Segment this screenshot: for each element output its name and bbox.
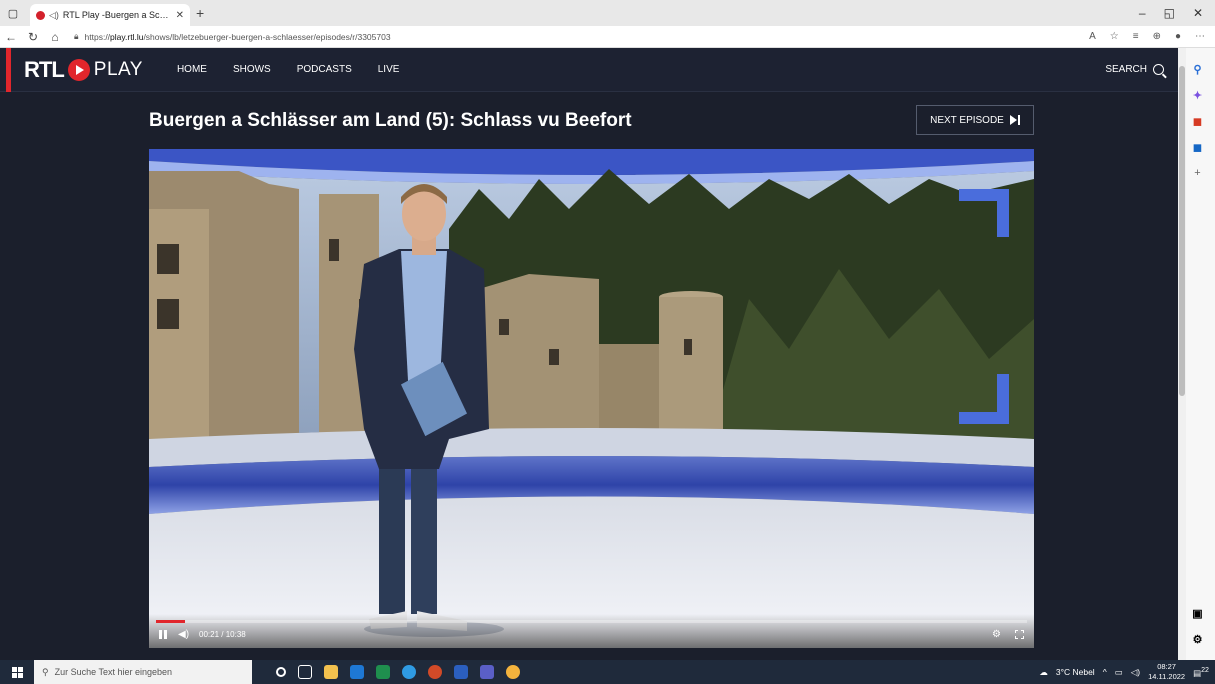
collections-icon[interactable]: ⊕ [1153, 31, 1161, 42]
windows-taskbar: ⚲ Zur Suche Text hier eingeben ☁︎ 3°C Ne… [0, 660, 1215, 684]
clock-time: 08:27 [1157, 662, 1176, 671]
excel-app-icon[interactable] [376, 665, 390, 679]
taskbar-search[interactable]: ⚲ Zur Suche Text hier eingeben [34, 660, 252, 684]
weather-icon: ☁︎ [1039, 666, 1048, 677]
notifications-icon[interactable]: ▤22 [1193, 666, 1209, 679]
home-icon[interactable]: ⌂ [44, 30, 66, 44]
favorites-list-icon[interactable]: ≡ [1133, 31, 1139, 42]
clock[interactable]: 08:27 14.11.2022 [1148, 662, 1185, 682]
url-field[interactable]: 🔒︎ https://play.rtl.lu/shows/lb/letzebue… [74, 31, 391, 42]
restore-icon[interactable]: ◱ [1164, 6, 1175, 20]
weather-text[interactable]: 3°C Nebel [1056, 667, 1095, 677]
play-logo-icon [67, 58, 90, 81]
edge-app-icon[interactable] [402, 665, 416, 679]
taskbar-search-placeholder: Zur Suche Text hier eingeben [54, 667, 173, 677]
address-bar: ← ↻ ⌂ 🔒︎ https://play.rtl.lu/shows/lb/le… [0, 26, 1215, 48]
pause-icon[interactable] [159, 630, 168, 639]
logo-rtl: RTL [24, 56, 65, 82]
url-path: /shows/lb/letzebuerger-buergen-a-schlaes… [143, 31, 391, 42]
accent-bar [6, 48, 11, 92]
new-tab-icon[interactable]: + [196, 5, 204, 21]
profile-icon[interactable]: ● [1175, 31, 1181, 42]
logo-play: PLAY [93, 58, 143, 80]
video-frame [149, 149, 1034, 648]
windows-icon [11, 666, 23, 678]
network-icon[interactable]: ▭ [1115, 667, 1123, 678]
nav-podcasts[interactable]: PODCASTS [297, 64, 352, 75]
fullscreen-icon[interactable] [1015, 630, 1024, 639]
page: RTL PLAY HOME SHOWS PODCASTS LIVE SEARCH… [0, 48, 1178, 660]
clock-date: 14.11.2022 [1148, 672, 1186, 681]
browser-tab[interactable]: ◁) RTL Play -Buergen a Schläss ✕ [30, 4, 190, 26]
scrollbar-thumb[interactable] [1179, 66, 1185, 396]
next-episode-button[interactable]: NEXT EPISODE [916, 105, 1034, 135]
minimize-icon[interactable]: – [1139, 6, 1146, 20]
outlook-app-icon[interactable] [350, 665, 364, 679]
search-icon: ⚲ [42, 666, 49, 677]
url-prefix: https:// [84, 31, 111, 42]
favorite-icon[interactable]: ☆ [1110, 31, 1119, 42]
main-nav: HOME SHOWS PODCASTS LIVE [177, 64, 399, 75]
volume-icon[interactable]: ◀︎) [178, 629, 189, 640]
refresh-icon[interactable]: ↻ [22, 30, 44, 44]
time-display: 00:21 / 10:38 [199, 630, 246, 639]
settings-gear-icon[interactable]: ⚙︎ [992, 629, 1001, 640]
progress-bar[interactable] [156, 620, 1027, 623]
episode-title: Buergen a Schlässer am Land (5): Schlass… [149, 110, 632, 131]
search-icon [1153, 64, 1164, 75]
chrome-app-icon[interactable] [506, 665, 520, 679]
url-host: play.rtl.lu [110, 31, 144, 42]
rtl-favicon-icon [36, 10, 45, 20]
file-explorer-icon[interactable] [324, 665, 338, 679]
teams-app-icon[interactable] [480, 665, 494, 679]
progress-fill [156, 620, 185, 623]
more-icon[interactable]: ⋯ [1195, 31, 1205, 42]
start-button[interactable] [0, 660, 34, 684]
page-scrollbar[interactable] [1178, 48, 1186, 660]
word-app-icon[interactable] [454, 665, 468, 679]
nav-shows[interactable]: SHOWS [233, 64, 271, 75]
taskbar-apps [276, 665, 520, 679]
video-player[interactable]: ◀︎) 00:21 / 10:38 ⚙︎ [149, 149, 1034, 648]
tab-title: RTL Play -Buergen a Schläss [62, 10, 172, 20]
close-tab-icon[interactable]: ✕ [176, 10, 184, 21]
skip-next-icon [1009, 115, 1020, 125]
search-button[interactable]: SEARCH [1105, 64, 1164, 75]
lock-icon: 🔒︎ [74, 31, 79, 41]
tray-chevron-icon[interactable]: ^ [1103, 667, 1107, 677]
browser-tab-bar: ▢ ◁) RTL Play -Buergen a Schläss ✕ + – ◱… [0, 0, 1215, 26]
powerpoint-app-icon[interactable] [428, 665, 442, 679]
close-window-icon[interactable]: ✕ [1193, 6, 1203, 20]
task-view-icon[interactable] [298, 665, 312, 679]
nav-home[interactable]: HOME [177, 64, 207, 75]
system-tray: ☁︎ 3°C Nebel ^ ▭ ◁) 08:27 14.11.2022 ▤22 [1039, 662, 1215, 682]
speaker-icon[interactable]: ◁) [49, 10, 59, 21]
read-aloud-icon[interactable]: A [1089, 31, 1096, 42]
cortana-icon[interactable] [276, 667, 286, 677]
nav-live[interactable]: LIVE [378, 64, 400, 75]
notification-count: 22 [1201, 665, 1209, 674]
next-episode-label: NEXT EPISODE [930, 114, 1004, 126]
volume-icon[interactable]: ◁) [1131, 667, 1140, 678]
back-icon[interactable]: ← [0, 30, 22, 44]
site-header: RTL PLAY HOME SHOWS PODCASTS LIVE SEARCH [0, 48, 1178, 92]
tab-actions-icon[interactable]: ▢ [0, 0, 26, 26]
player-controls: ◀︎) 00:21 / 10:38 ⚙︎ [149, 614, 1034, 648]
rtl-play-logo[interactable]: RTL PLAY [24, 57, 143, 83]
search-label: SEARCH [1105, 64, 1147, 75]
